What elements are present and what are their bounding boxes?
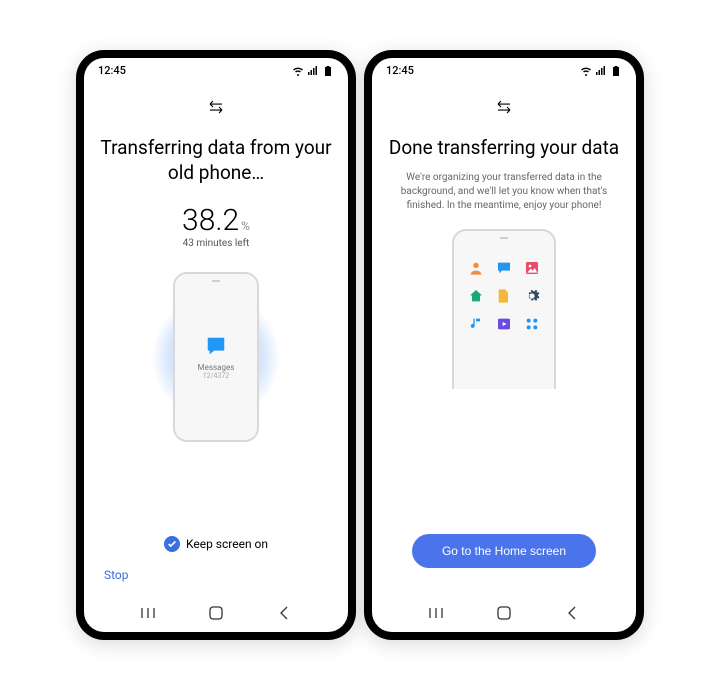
go-home-button[interactable]: Go to the Home screen xyxy=(412,534,596,568)
content-area: Done transferring your data We're organi… xyxy=(372,79,636,596)
page-subtitle: We're organizing your transferred data i… xyxy=(388,171,620,213)
category-count: 12/4372 xyxy=(203,372,230,380)
page-title: Done transferring your data xyxy=(389,136,619,161)
phone-illustration xyxy=(452,229,556,389)
battery-icon xyxy=(610,65,622,77)
status-time: 12:45 xyxy=(98,64,126,77)
keep-screen-on-toggle[interactable]: Keep screen on xyxy=(164,536,268,552)
music-icon xyxy=(467,315,485,333)
video-icon xyxy=(495,315,513,333)
signal-icon xyxy=(307,65,319,77)
status-icons xyxy=(580,65,622,77)
battery-icon xyxy=(322,65,334,77)
check-icon xyxy=(164,536,180,552)
nav-recents-icon[interactable] xyxy=(427,606,445,620)
signal-icon xyxy=(595,65,607,77)
navigation-bar xyxy=(84,596,348,632)
home-icon xyxy=(467,287,485,305)
files-icon xyxy=(495,287,513,305)
content-area: Transferring data from your old phone… 3… xyxy=(84,79,348,596)
status-bar: 12:45 xyxy=(372,58,636,79)
phone-mockup-transferring: 12:45 Transferring data from your old ph… xyxy=(76,50,356,640)
status-icons xyxy=(292,65,334,77)
time-remaining: 43 minutes left xyxy=(183,238,250,249)
wifi-icon xyxy=(292,65,304,77)
screen: 12:45 Transferring data from your old ph… xyxy=(84,58,348,632)
wifi-icon xyxy=(580,65,592,77)
contacts-icon xyxy=(467,259,485,277)
navigation-bar xyxy=(372,596,636,632)
mini-phone-graphic xyxy=(452,229,556,389)
nav-back-icon[interactable] xyxy=(563,606,581,620)
messages-icon xyxy=(203,335,229,357)
category-label: Messages xyxy=(198,363,235,372)
apps-icon xyxy=(523,315,541,333)
page-title: Transferring data from your old phone… xyxy=(100,136,332,185)
settings-icon xyxy=(523,287,541,305)
phone-mockup-done: 12:45 Done transferring your data We're … xyxy=(364,50,644,640)
nav-home-icon[interactable] xyxy=(207,606,225,620)
mini-phone-graphic: Messages 12/4372 xyxy=(173,272,259,442)
stop-button[interactable]: Stop xyxy=(100,566,133,596)
messages-icon xyxy=(495,259,513,277)
progress-percent: 38.2% xyxy=(182,203,250,238)
status-time: 12:45 xyxy=(386,64,414,77)
screen: 12:45 Done transferring your data We're … xyxy=(372,58,636,632)
nav-back-icon[interactable] xyxy=(275,606,293,620)
transfer-icon xyxy=(495,99,513,118)
status-bar: 12:45 xyxy=(84,58,348,79)
nav-recents-icon[interactable] xyxy=(139,606,157,620)
app-grid xyxy=(467,259,541,333)
keep-screen-on-label: Keep screen on xyxy=(186,537,268,551)
nav-home-icon[interactable] xyxy=(495,606,513,620)
gallery-icon xyxy=(523,259,541,277)
transfer-icon xyxy=(207,99,225,118)
phone-illustration: Messages 12/4372 xyxy=(166,267,266,447)
